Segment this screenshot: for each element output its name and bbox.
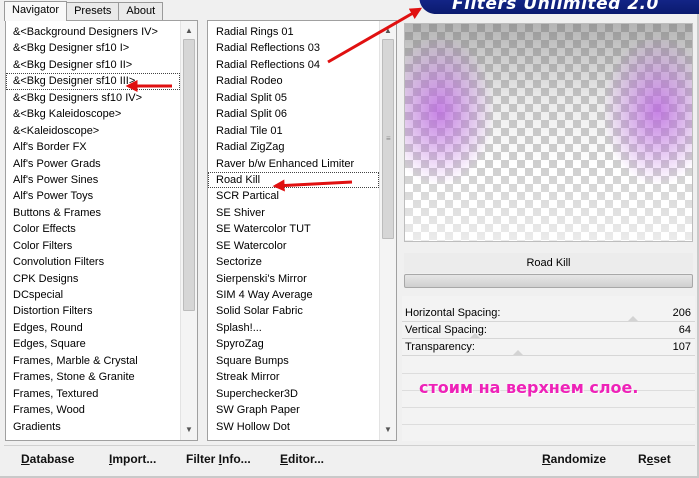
category-item[interactable]: &<Bkg Designer sf10 I> [6, 40, 180, 56]
filter-item[interactable]: Radial ZigZag [208, 139, 379, 155]
editor-button[interactable]: Editor... [280, 452, 324, 466]
category-item[interactable]: Color Effects [6, 221, 180, 237]
filter-item[interactable]: Radial Split 05 [208, 90, 379, 106]
category-item[interactable]: &<Kaleidoscope> [6, 123, 180, 139]
category-item[interactable]: Frames, Marble & Crystal [6, 353, 180, 369]
category-item[interactable]: Color Filters [6, 238, 180, 254]
preview-image [405, 24, 692, 241]
category-item[interactable]: &<Background Designers IV> [6, 24, 180, 40]
slider-track [402, 355, 695, 356]
filter-item[interactable]: SE Shiver [208, 205, 379, 221]
filter-item[interactable]: SpyroZag [208, 336, 379, 352]
category-item[interactable]: Convolution Filters [6, 254, 180, 270]
filter-item[interactable]: SW Hollow Dot [208, 419, 379, 435]
param-value: 107 [672, 341, 691, 353]
category-item[interactable]: Alf's Power Sines [6, 172, 180, 188]
scroll-down-icon[interactable]: ▼ [181, 422, 197, 438]
scroll-thumb[interactable]: ≡ [382, 39, 394, 239]
param-label: Transparency: [405, 341, 475, 353]
filter-item[interactable]: SIM 4 Way Average [208, 287, 379, 303]
filter-item[interactable]: Solid Solar Fabric [208, 303, 379, 319]
filter-item[interactable]: Raver b/w Enhanced Limiter [208, 156, 379, 172]
filter-item[interactable]: Radial Tile 01 [208, 123, 379, 139]
category-item[interactable]: &<Bkg Kaleidoscope> [6, 106, 180, 122]
scroll-up-icon[interactable]: ▲ [181, 23, 197, 39]
database-button[interactable]: Database [21, 452, 74, 466]
scroll-up-icon[interactable]: ▲ [380, 23, 396, 39]
category-item[interactable]: Buttons & Frames [6, 205, 180, 221]
divider [402, 424, 695, 425]
scroll-down-icon[interactable]: ▼ [380, 422, 396, 438]
category-items: &<Background Designers IV> &<Bkg Designer… [6, 24, 180, 435]
param-value: 64 [678, 324, 691, 336]
filter-item[interactable]: Radial Rings 01 [208, 24, 379, 40]
filter-item[interactable]: Radial Split 06 [208, 106, 379, 122]
category-item[interactable]: Frames, Textured [6, 386, 180, 402]
category-item[interactable]: Alf's Power Toys [6, 188, 180, 204]
filter-list[interactable]: Radial Rings 01 Radial Reflections 03 Radi… [207, 20, 397, 441]
filter-item[interactable]: Road Kill [208, 171, 379, 189]
category-item[interactable]: &<Bkg Designer sf10 III> [6, 73, 180, 90]
param-value: 206 [672, 307, 691, 319]
param-label: Horizontal Spacing: [405, 307, 501, 319]
tab-navigator[interactable]: Navigator [4, 1, 68, 21]
category-item[interactable]: &<Bkg Designer sf10 II> [6, 57, 180, 73]
grip-icon: ≡ [386, 134, 391, 143]
tab-about[interactable]: About [118, 2, 164, 20]
filter-item[interactable]: Streak Mirror [208, 369, 379, 385]
divider [402, 407, 695, 408]
filter-items: Radial Rings 01 Radial Reflections 03 Radi… [208, 24, 379, 435]
filter-item[interactable]: Splash!... [208, 320, 379, 336]
annotation-text: стоим на верхнем слое. [419, 378, 639, 397]
filter-item[interactable]: Radial Reflections 03 [208, 40, 379, 56]
filter-item[interactable]: Sierpenski's Mirror [208, 271, 379, 287]
tab-presets[interactable]: Presets [66, 2, 120, 20]
scroll-thumb[interactable] [183, 39, 195, 311]
category-item[interactable]: Alf's Power Grads [6, 156, 180, 172]
category-item[interactable]: DCspecial [6, 287, 180, 303]
banner-title: Filters Unlimited 2.0 [452, 0, 659, 14]
category-item[interactable]: Gradients [6, 419, 180, 435]
filter-item[interactable]: SCR Partical [208, 188, 379, 204]
filter-item[interactable]: Square Bumps [208, 353, 379, 369]
filter-item[interactable]: SW Graph Paper [208, 402, 379, 418]
filter-item[interactable]: Superchecker3D [208, 386, 379, 402]
category-item[interactable]: Distortion Filters [6, 303, 180, 319]
category-item[interactable]: Frames, Wood [6, 402, 180, 418]
category-item[interactable]: &<Bkg Designers sf10 IV> [6, 90, 180, 106]
filters-unlimited-window: Navigator Presets About &<Background Des… [0, 0, 699, 478]
param-transparency[interactable]: Transparency: 107 [402, 339, 695, 356]
import-button[interactable]: Import... [109, 452, 156, 466]
bottom-toolbar: Database Import... Filter Info... Editor… [4, 445, 695, 474]
param-vertical-spacing[interactable]: Vertical Spacing: 64 [402, 322, 695, 339]
param-horizontal-spacing[interactable]: Horizontal Spacing: 206 [402, 305, 695, 322]
category-item[interactable]: Alf's Border FX [6, 139, 180, 155]
randomize-button[interactable]: Randomize [542, 452, 606, 466]
tab-bar: Navigator Presets About [4, 1, 164, 21]
reset-button[interactable]: Reset [638, 452, 671, 466]
filter-scrollbar[interactable]: ▲ ≡ ▼ [379, 21, 396, 440]
filter-item[interactable]: SE Watercolor [208, 238, 379, 254]
category-scrollbar[interactable]: ▲ ▼ [180, 21, 197, 440]
progress-bar [404, 274, 693, 288]
category-item[interactable]: CPK Designs [6, 271, 180, 287]
filter-info-button[interactable]: Filter Info... [186, 452, 251, 466]
category-item[interactable]: Frames, Stone & Granite [6, 369, 180, 385]
filter-item[interactable]: Radial Reflections 04 [208, 57, 379, 73]
filter-item[interactable]: Radial Rodeo [208, 73, 379, 89]
current-filter-name: Road Kill [404, 253, 693, 273]
filter-item[interactable]: SE Watercolor TUT [208, 221, 379, 237]
category-item[interactable]: Edges, Round [6, 320, 180, 336]
category-item[interactable]: Edges, Square [6, 336, 180, 352]
parameter-panel: Horizontal Spacing: 206 Vertical Spacing… [402, 296, 695, 441]
category-list[interactable]: &<Background Designers IV> &<Bkg Designer… [5, 20, 198, 441]
filter-preview [404, 23, 693, 242]
divider [402, 373, 695, 374]
filter-item[interactable]: Sectorize [208, 254, 379, 270]
